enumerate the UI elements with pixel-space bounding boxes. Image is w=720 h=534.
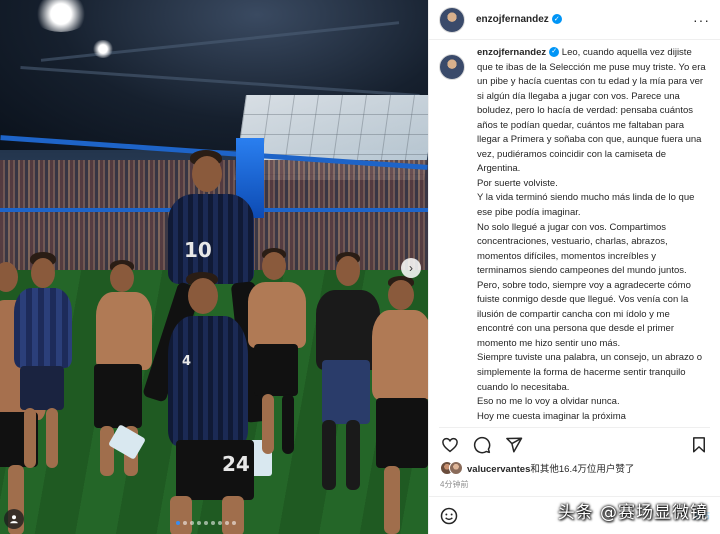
share-icon <box>506 437 523 452</box>
caption-paragraph: Por suerte volviste. <box>477 177 558 189</box>
carousel-dot <box>225 521 229 525</box>
carousel-dot <box>204 521 208 525</box>
carousel-dot <box>218 521 222 525</box>
stadium-light <box>92 40 114 58</box>
carousel-dot <box>183 521 187 525</box>
likes-summary[interactable]: valucervantes和其他16.4万位用户赞了 <box>440 461 634 475</box>
watermark: 头条 @赛场显微镜 <box>557 503 708 523</box>
carousel-dot <box>190 521 194 525</box>
post-header: enzojfernandez ✓ ··· <box>429 0 720 40</box>
comment-button[interactable] <box>471 434 493 456</box>
bookmark-icon <box>693 436 705 452</box>
caption-username[interactable]: enzojfernandez <box>477 47 546 58</box>
jersey-number: 10 <box>184 238 212 262</box>
more-options-icon[interactable]: ··· <box>693 12 710 28</box>
likes-count-text: 和其他16.4万位用户赞了 <box>530 464 635 475</box>
caption-scroll-area[interactable]: enzojfernandez ✓ Leo, cuando aquella vez … <box>439 46 714 424</box>
person-icon <box>10 515 18 524</box>
carousel-dot <box>232 521 236 525</box>
share-button[interactable] <box>503 434 525 456</box>
carousel-dot <box>197 521 201 525</box>
save-button[interactable] <box>688 434 710 456</box>
emoji-icon <box>440 507 458 524</box>
caption-paragraph: enzojfernandez ✓ Leo, cuando aquella vez … <box>477 47 706 175</box>
liker-avatar <box>449 461 463 475</box>
carousel-dot <box>211 521 215 525</box>
emoji-button[interactable] <box>439 506 459 526</box>
liker-username[interactable]: valucervantes <box>467 464 530 475</box>
verified-badge-icon: ✓ <box>551 14 562 25</box>
avatar[interactable] <box>439 6 465 33</box>
caption-paragraph: Siempre tuviste una palabra, un consejo,… <box>477 352 702 393</box>
action-bar <box>439 427 710 455</box>
like-button[interactable] <box>439 434 461 456</box>
post-timestamp: 4分钟前 <box>440 480 469 489</box>
post-photo[interactable]: 10 4 24 › <box>0 0 428 534</box>
jersey-number: 24 <box>222 452 250 476</box>
caption-paragraph: Eso no me lo voy a olvidar nunca. <box>477 396 620 408</box>
caption-paragraph: Hoy me cuesta imaginar la próxima <box>477 410 626 422</box>
comment-icon <box>473 436 491 453</box>
tagged-users-button[interactable] <box>4 509 24 529</box>
heart-icon <box>442 437 458 452</box>
jersey-number: 4 <box>182 354 192 369</box>
carousel-next-button[interactable]: › <box>401 258 421 278</box>
caption-paragraph: No solo llegué a jugar con vos. Comparti… <box>477 221 687 277</box>
caption-avatar[interactable] <box>439 54 465 80</box>
verified-badge-icon: ✓ <box>549 47 560 58</box>
caption-paragraph: Y la vida terminó siendo mucho más linda… <box>477 192 695 219</box>
caption-paragraph: Pero, sobre todo, siempre voy a agradece… <box>477 279 691 349</box>
username-link[interactable]: enzojfernandez ✓ <box>476 14 562 25</box>
carousel-dot <box>176 521 180 525</box>
carousel-indicator <box>176 521 236 525</box>
post-side-panel: enzojfernandez ✓ ··· enzojfernandez ✓ Leo,… <box>428 0 720 534</box>
caption-text: enzojfernandez ✓ Leo, cuando aquella vez … <box>477 46 708 424</box>
chevron-right-icon: › <box>409 261 413 275</box>
